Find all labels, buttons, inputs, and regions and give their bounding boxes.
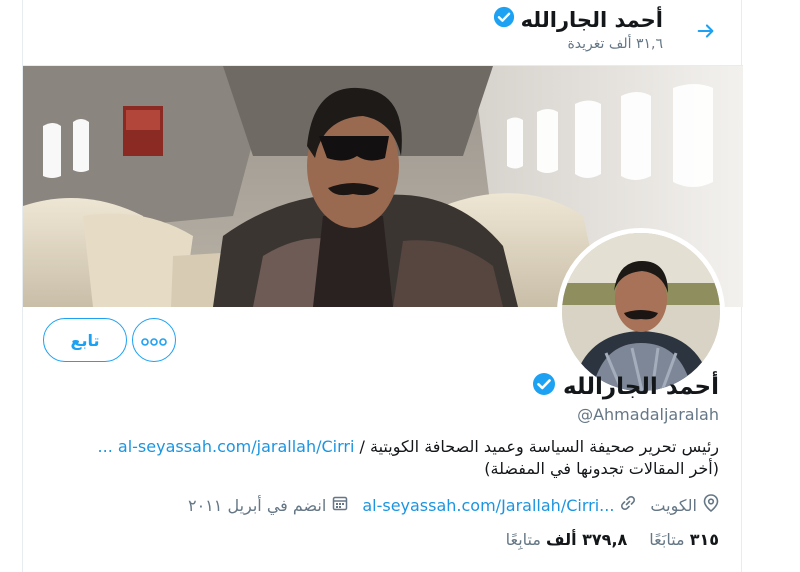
followers-count: ٣٧٩,٨ ألف bbox=[546, 530, 628, 549]
left-gutter bbox=[0, 0, 22, 572]
following-stat[interactable]: ٣١٥ متابَعًا bbox=[649, 530, 719, 549]
profile-info: أحمد الجارالله @Ahmadaljaralah رئيس تحري… bbox=[39, 372, 719, 549]
profile-header-bar: أحمد الجارالله ٣١,٦ ألف تغريدة bbox=[23, 0, 743, 66]
header-name-row: أحمد الجارالله bbox=[493, 6, 663, 33]
link-icon bbox=[620, 495, 636, 515]
profile-stats: ٣١٥ متابَعًا ٣٧٩,٨ ألف متابِعًا bbox=[39, 530, 719, 549]
location-item: الكويت bbox=[650, 494, 719, 516]
follow-button[interactable]: تابع bbox=[43, 318, 127, 362]
followers-label: متابِعًا bbox=[505, 530, 541, 549]
profile-name-row: أحمد الجارالله bbox=[39, 372, 719, 402]
location-text: الكويت bbox=[650, 495, 697, 515]
profile-avatar[interactable] bbox=[557, 228, 725, 396]
following-label: متابَعًا bbox=[649, 530, 685, 549]
website-link[interactable]: al-seyassah.com/Jarallah/Cirri... bbox=[362, 496, 614, 515]
profile-name: أحمد الجارالله bbox=[562, 374, 719, 400]
joined-item: انضم في أبريل ٢٠١١ bbox=[188, 495, 348, 515]
profile-handle: @Ahmadaljaralah bbox=[577, 405, 719, 424]
bio-line-2: (أخر المقالات تجدونها في المفضلة) bbox=[484, 459, 719, 478]
following-count: ٣١٥ bbox=[689, 530, 719, 549]
bio-line-1: رئيس تحرير صحيفة السياسة وعميد الصحافة ا… bbox=[39, 436, 719, 458]
more-options-button[interactable] bbox=[132, 318, 176, 362]
right-gutter bbox=[742, 0, 800, 572]
profile-bio: رئيس تحرير صحيفة السياسة وعميد الصحافة ا… bbox=[39, 436, 719, 480]
verified-badge-icon bbox=[532, 372, 556, 402]
verified-badge-icon bbox=[493, 6, 515, 33]
profile-meta: الكويت al-seyassah.com/Jarallah/Cirri...… bbox=[39, 494, 719, 516]
location-pin-icon bbox=[703, 494, 719, 516]
bio-text: رئيس تحرير صحيفة السياسة وعميد الصحافة ا… bbox=[359, 437, 719, 456]
header-tweet-count: ٣١,٦ ألف تغريدة bbox=[567, 36, 663, 52]
arrow-right-icon bbox=[695, 20, 717, 46]
back-button[interactable] bbox=[691, 18, 721, 48]
website-item: al-seyassah.com/Jarallah/Cirri... bbox=[362, 495, 636, 515]
more-dots-icon bbox=[141, 331, 167, 350]
header-titles: أحمد الجارالله ٣١,٦ ألف تغريدة bbox=[493, 6, 663, 52]
joined-text: انضم في أبريل ٢٠١١ bbox=[187, 495, 327, 515]
bio-link[interactable]: al-seyassah.com/jarallah/Cirri ... bbox=[98, 437, 355, 456]
header-title: أحمد الجارالله bbox=[520, 7, 663, 32]
calendar-icon bbox=[332, 495, 348, 515]
profile-column: أحمد الجارالله ٣١,٦ ألف تغريدة تابع أحمد… bbox=[22, 0, 743, 572]
followers-stat[interactable]: ٣٧٩,٨ ألف متابِعًا bbox=[506, 530, 628, 549]
